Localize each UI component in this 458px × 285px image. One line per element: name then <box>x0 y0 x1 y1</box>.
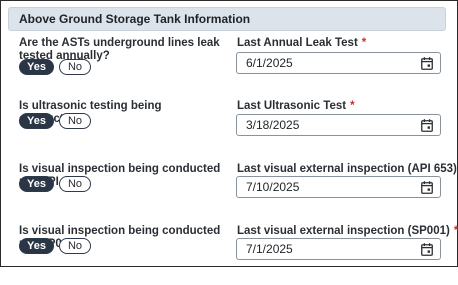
form-row-sp001: Is visual inspection being conducted per… <box>1 225 458 285</box>
date-value: 7/1/2025 <box>246 242 293 256</box>
date-value: 6/1/2025 <box>246 56 293 70</box>
field-label-text: Last Annual Leak Test <box>237 37 358 49</box>
no-button[interactable]: No <box>58 59 91 75</box>
section-header: Above Ground Storage Tank Information <box>8 7 446 31</box>
yes-no-toggle: Yes No <box>19 113 91 130</box>
date-value: 3/18/2025 <box>246 118 300 132</box>
yes-no-toggle: Yes No <box>19 238 91 255</box>
date-field-label: Last Annual Leak Test * <box>237 37 366 50</box>
calendar-icon[interactable] <box>421 57 433 70</box>
date-field-label: Last visual external inspection (API 653… <box>237 163 458 176</box>
no-button[interactable]: No <box>58 113 91 129</box>
no-button[interactable]: No <box>58 176 91 192</box>
calendar-icon[interactable] <box>421 181 433 194</box>
yes-button[interactable]: Yes <box>19 176 54 192</box>
date-input[interactable]: 6/1/2025 <box>236 52 441 74</box>
date-value: 7/10/2025 <box>246 180 300 194</box>
required-asterisk: * <box>453 225 458 237</box>
required-asterisk: * <box>361 37 367 49</box>
date-input[interactable]: 3/18/2025 <box>236 114 441 136</box>
form-panel: Above Ground Storage Tank Information Ar… <box>0 0 458 267</box>
date-input[interactable]: 7/1/2025 <box>236 238 441 260</box>
date-field-label: Last visual external inspection (SP001) * <box>237 225 458 238</box>
date-input[interactable]: 7/10/2025 <box>236 176 441 198</box>
no-button[interactable]: No <box>58 238 91 254</box>
form-row-api653: Is visual inspection being conducted per… <box>1 163 458 223</box>
required-asterisk: * <box>350 100 355 112</box>
calendar-icon[interactable] <box>421 119 433 132</box>
yes-no-toggle: Yes No <box>19 59 91 76</box>
form-row-leak-test: Are the ASTs underground lines leak test… <box>1 37 458 97</box>
yes-button[interactable]: Yes <box>19 59 54 75</box>
field-label-text: Last Ultrasonic Test <box>237 100 347 112</box>
form-row-ultrasonic: Is ultrasonic testing being conducted? Y… <box>1 100 458 160</box>
field-label-text: Last visual external inspection (API 653… <box>237 163 457 175</box>
date-field-label: Last Ultrasonic Test * <box>237 100 355 113</box>
yes-no-toggle: Yes No <box>19 176 91 193</box>
calendar-icon[interactable] <box>421 243 433 256</box>
yes-button[interactable]: Yes <box>19 238 54 254</box>
field-label-text: Last visual external inspection (SP001) <box>237 225 450 237</box>
yes-button[interactable]: Yes <box>19 113 54 129</box>
